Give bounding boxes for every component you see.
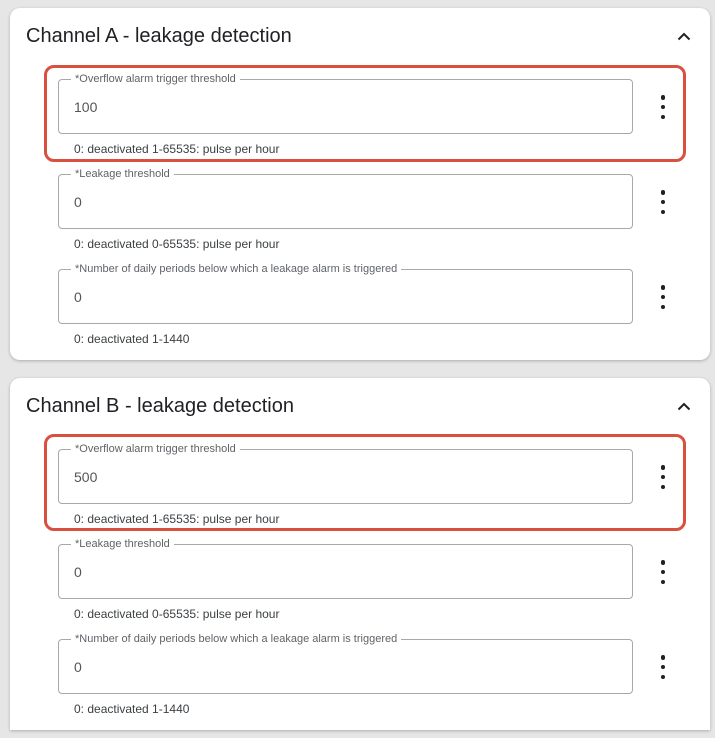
overflow-alarm-more-button[interactable] (656, 465, 670, 489)
field-hint: 0: deactivated 1-1440 (74, 702, 190, 716)
channel-b-title: Channel B - leakage detection (26, 395, 294, 417)
field-hint: 0: deactivated 1-65535: pulse per hour (74, 512, 280, 526)
channel-a-title: Channel A - leakage detection (26, 25, 292, 47)
channel-b-collapse-button[interactable] (674, 396, 694, 416)
more-vert-icon (660, 285, 666, 290)
channel-b-card: Channel B - leakage detection *Overflow … (10, 378, 710, 730)
leakage-threshold-field: *Leakage threshold (58, 538, 633, 599)
daily-periods-more-button[interactable] (656, 285, 670, 309)
chevron-up-icon (677, 32, 691, 40)
daily-periods-input[interactable] (74, 288, 614, 306)
overflow-alarm-threshold-field: *Overflow alarm trigger threshold (58, 73, 633, 134)
field-hint: 0: deactivated 1-1440 (74, 332, 190, 346)
more-vert-icon (660, 190, 666, 195)
overflow-alarm-threshold-field: *Overflow alarm trigger threshold (58, 443, 633, 504)
field-label: *Number of daily periods below which a l… (71, 263, 402, 276)
channel-a-card: Channel A - leakage detection *Overflow … (10, 8, 710, 360)
more-vert-icon (660, 655, 666, 660)
field-hint: 0: deactivated 0-65535: pulse per hour (74, 237, 280, 251)
chevron-up-icon (677, 402, 691, 410)
daily-periods-input[interactable] (74, 658, 614, 676)
field-hint: 0: deactivated 0-65535: pulse per hour (74, 607, 280, 621)
more-vert-icon (660, 465, 666, 470)
more-vert-icon (660, 95, 666, 100)
leakage-threshold-field: *Leakage threshold (58, 168, 633, 229)
field-label: *Overflow alarm trigger threshold (71, 443, 240, 456)
daily-periods-field: *Number of daily periods below which a l… (58, 633, 633, 694)
field-label: *Leakage threshold (71, 538, 174, 551)
leakage-threshold-more-button[interactable] (656, 190, 670, 214)
field-hint: 0: deactivated 1-65535: pulse per hour (74, 142, 280, 156)
overflow-alarm-more-button[interactable] (656, 95, 670, 119)
more-vert-icon (660, 560, 666, 565)
channel-a-collapse-button[interactable] (674, 26, 694, 46)
overflow-alarm-threshold-input[interactable] (74, 98, 614, 116)
daily-periods-field: *Number of daily periods below which a l… (58, 263, 633, 324)
field-label: *Number of daily periods below which a l… (71, 633, 402, 646)
field-label: *Leakage threshold (71, 168, 174, 181)
leakage-threshold-input[interactable] (74, 563, 614, 581)
field-label: *Overflow alarm trigger threshold (71, 73, 240, 86)
overflow-alarm-threshold-input[interactable] (74, 468, 614, 486)
daily-periods-more-button[interactable] (656, 655, 670, 679)
leakage-threshold-more-button[interactable] (656, 560, 670, 584)
leakage-threshold-input[interactable] (74, 193, 614, 211)
